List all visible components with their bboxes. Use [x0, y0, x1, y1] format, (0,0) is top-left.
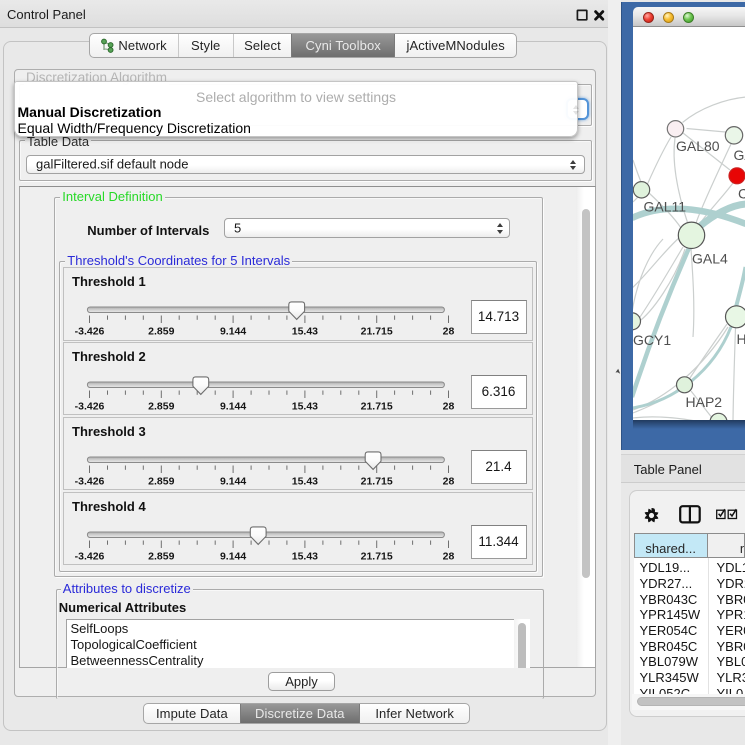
svg-text:2.859: 2.859 [148, 401, 174, 413]
svg-text:15.43: 15.43 [292, 326, 318, 338]
svg-text:GA: GA [734, 147, 745, 163]
svg-text:28: 28 [443, 476, 455, 488]
svg-text:15.43: 15.43 [292, 551, 318, 563]
svg-text:2.859: 2.859 [148, 326, 174, 338]
svg-text:C: C [738, 186, 745, 202]
svg-text:21.715: 21.715 [361, 476, 393, 488]
svg-text:GAL4: GAL4 [692, 251, 728, 267]
svg-text:21.715: 21.715 [361, 551, 393, 563]
svg-text:-3.426: -3.426 [75, 326, 105, 338]
svg-text:2.859: 2.859 [148, 551, 174, 563]
svg-text:-3.426: -3.426 [75, 551, 105, 563]
svg-text:21.715: 21.715 [361, 401, 393, 413]
svg-text:28: 28 [443, 401, 455, 413]
svg-text:GCY1: GCY1 [633, 332, 671, 348]
svg-text:HAP2: HAP2 [686, 394, 723, 410]
svg-text:15.43: 15.43 [292, 401, 318, 413]
svg-text:28: 28 [443, 551, 455, 563]
svg-text:GAL80: GAL80 [676, 138, 720, 154]
svg-text:-3.426: -3.426 [75, 401, 105, 413]
svg-text:9.144: 9.144 [220, 551, 246, 563]
svg-text:9.144: 9.144 [220, 476, 246, 488]
svg-text:H: H [737, 331, 745, 347]
svg-text:GAL11: GAL11 [644, 199, 687, 215]
svg-text:15.43: 15.43 [292, 476, 318, 488]
svg-text:21.715: 21.715 [361, 326, 393, 338]
svg-text:2.859: 2.859 [148, 476, 174, 488]
svg-text:9.144: 9.144 [220, 401, 246, 413]
svg-text:9.144: 9.144 [220, 326, 246, 338]
svg-text:28: 28 [443, 326, 455, 338]
svg-text:-3.426: -3.426 [75, 476, 105, 488]
